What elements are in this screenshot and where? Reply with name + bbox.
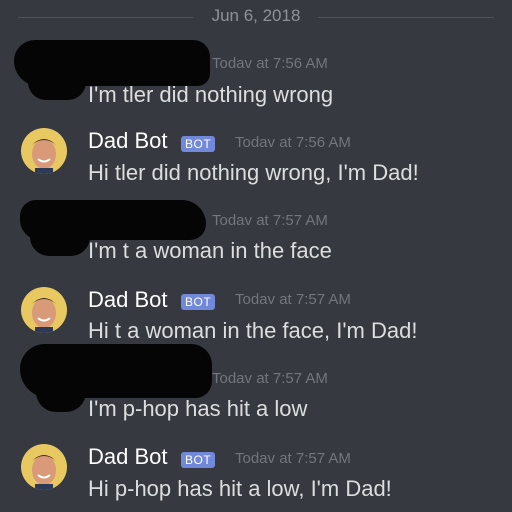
bot-badge: BOT [181, 294, 216, 310]
date-divider: Jun 6, 2018 [0, 4, 512, 32]
dad-bot-avatar-icon[interactable] [21, 128, 67, 174]
bot-badge: BOT [181, 136, 216, 152]
message-content: I'm t a woman in the face [88, 238, 332, 263]
redacted-blob [36, 372, 86, 412]
dad-bot-avatar-icon[interactable] [21, 287, 67, 333]
redacted-blob [28, 64, 86, 100]
message-author[interactable]: Dad Bot [88, 128, 168, 154]
message-group: Todav at 7:56 AM I'm tler did nothing wr… [0, 36, 512, 114]
message-timestamp: Todav at 7:57 AM [235, 291, 351, 308]
bot-badge: BOT [181, 452, 216, 468]
message-content: I'm p-hop has hit a low [88, 396, 308, 421]
divider-line-right [318, 17, 494, 18]
message-timestamp: Todav at 7:56 AM [212, 55, 328, 72]
message-timestamp: Todav at 7:56 AM [235, 134, 351, 151]
redacted-blob [30, 218, 90, 256]
message-timestamp: Todav at 7:57 AM [212, 370, 328, 387]
message-author[interactable]: Dad Bot [88, 287, 168, 313]
message-timestamp: Todav at 7:57 AM [212, 212, 328, 229]
date-divider-label: Jun 6, 2018 [211, 6, 301, 25]
message-author[interactable]: Dad Bot [88, 444, 168, 470]
message-content: Hi p-hop has hit a low, I'm Dad! [88, 476, 392, 501]
message-content: I'm tler did nothing wrong [88, 82, 334, 107]
message-group: Dad Bot BOT Todav at 7:57 AM Hi p-hop ha… [0, 440, 512, 510]
message-group: Todav at 7:57 AM I'm p-hop has hit a low [0, 338, 512, 428]
message-group: Dad Bot BOT Todav at 7:56 AM Hi tler did… [0, 124, 512, 194]
message-content: Hi tler did nothing wrong, I'm Dad! [88, 160, 419, 185]
message-timestamp: Todav at 7:57 AM [235, 450, 351, 467]
dad-bot-avatar-icon[interactable] [21, 444, 67, 490]
message-group: Todav at 7:57 AM I'm t a woman in the fa… [0, 198, 512, 276]
